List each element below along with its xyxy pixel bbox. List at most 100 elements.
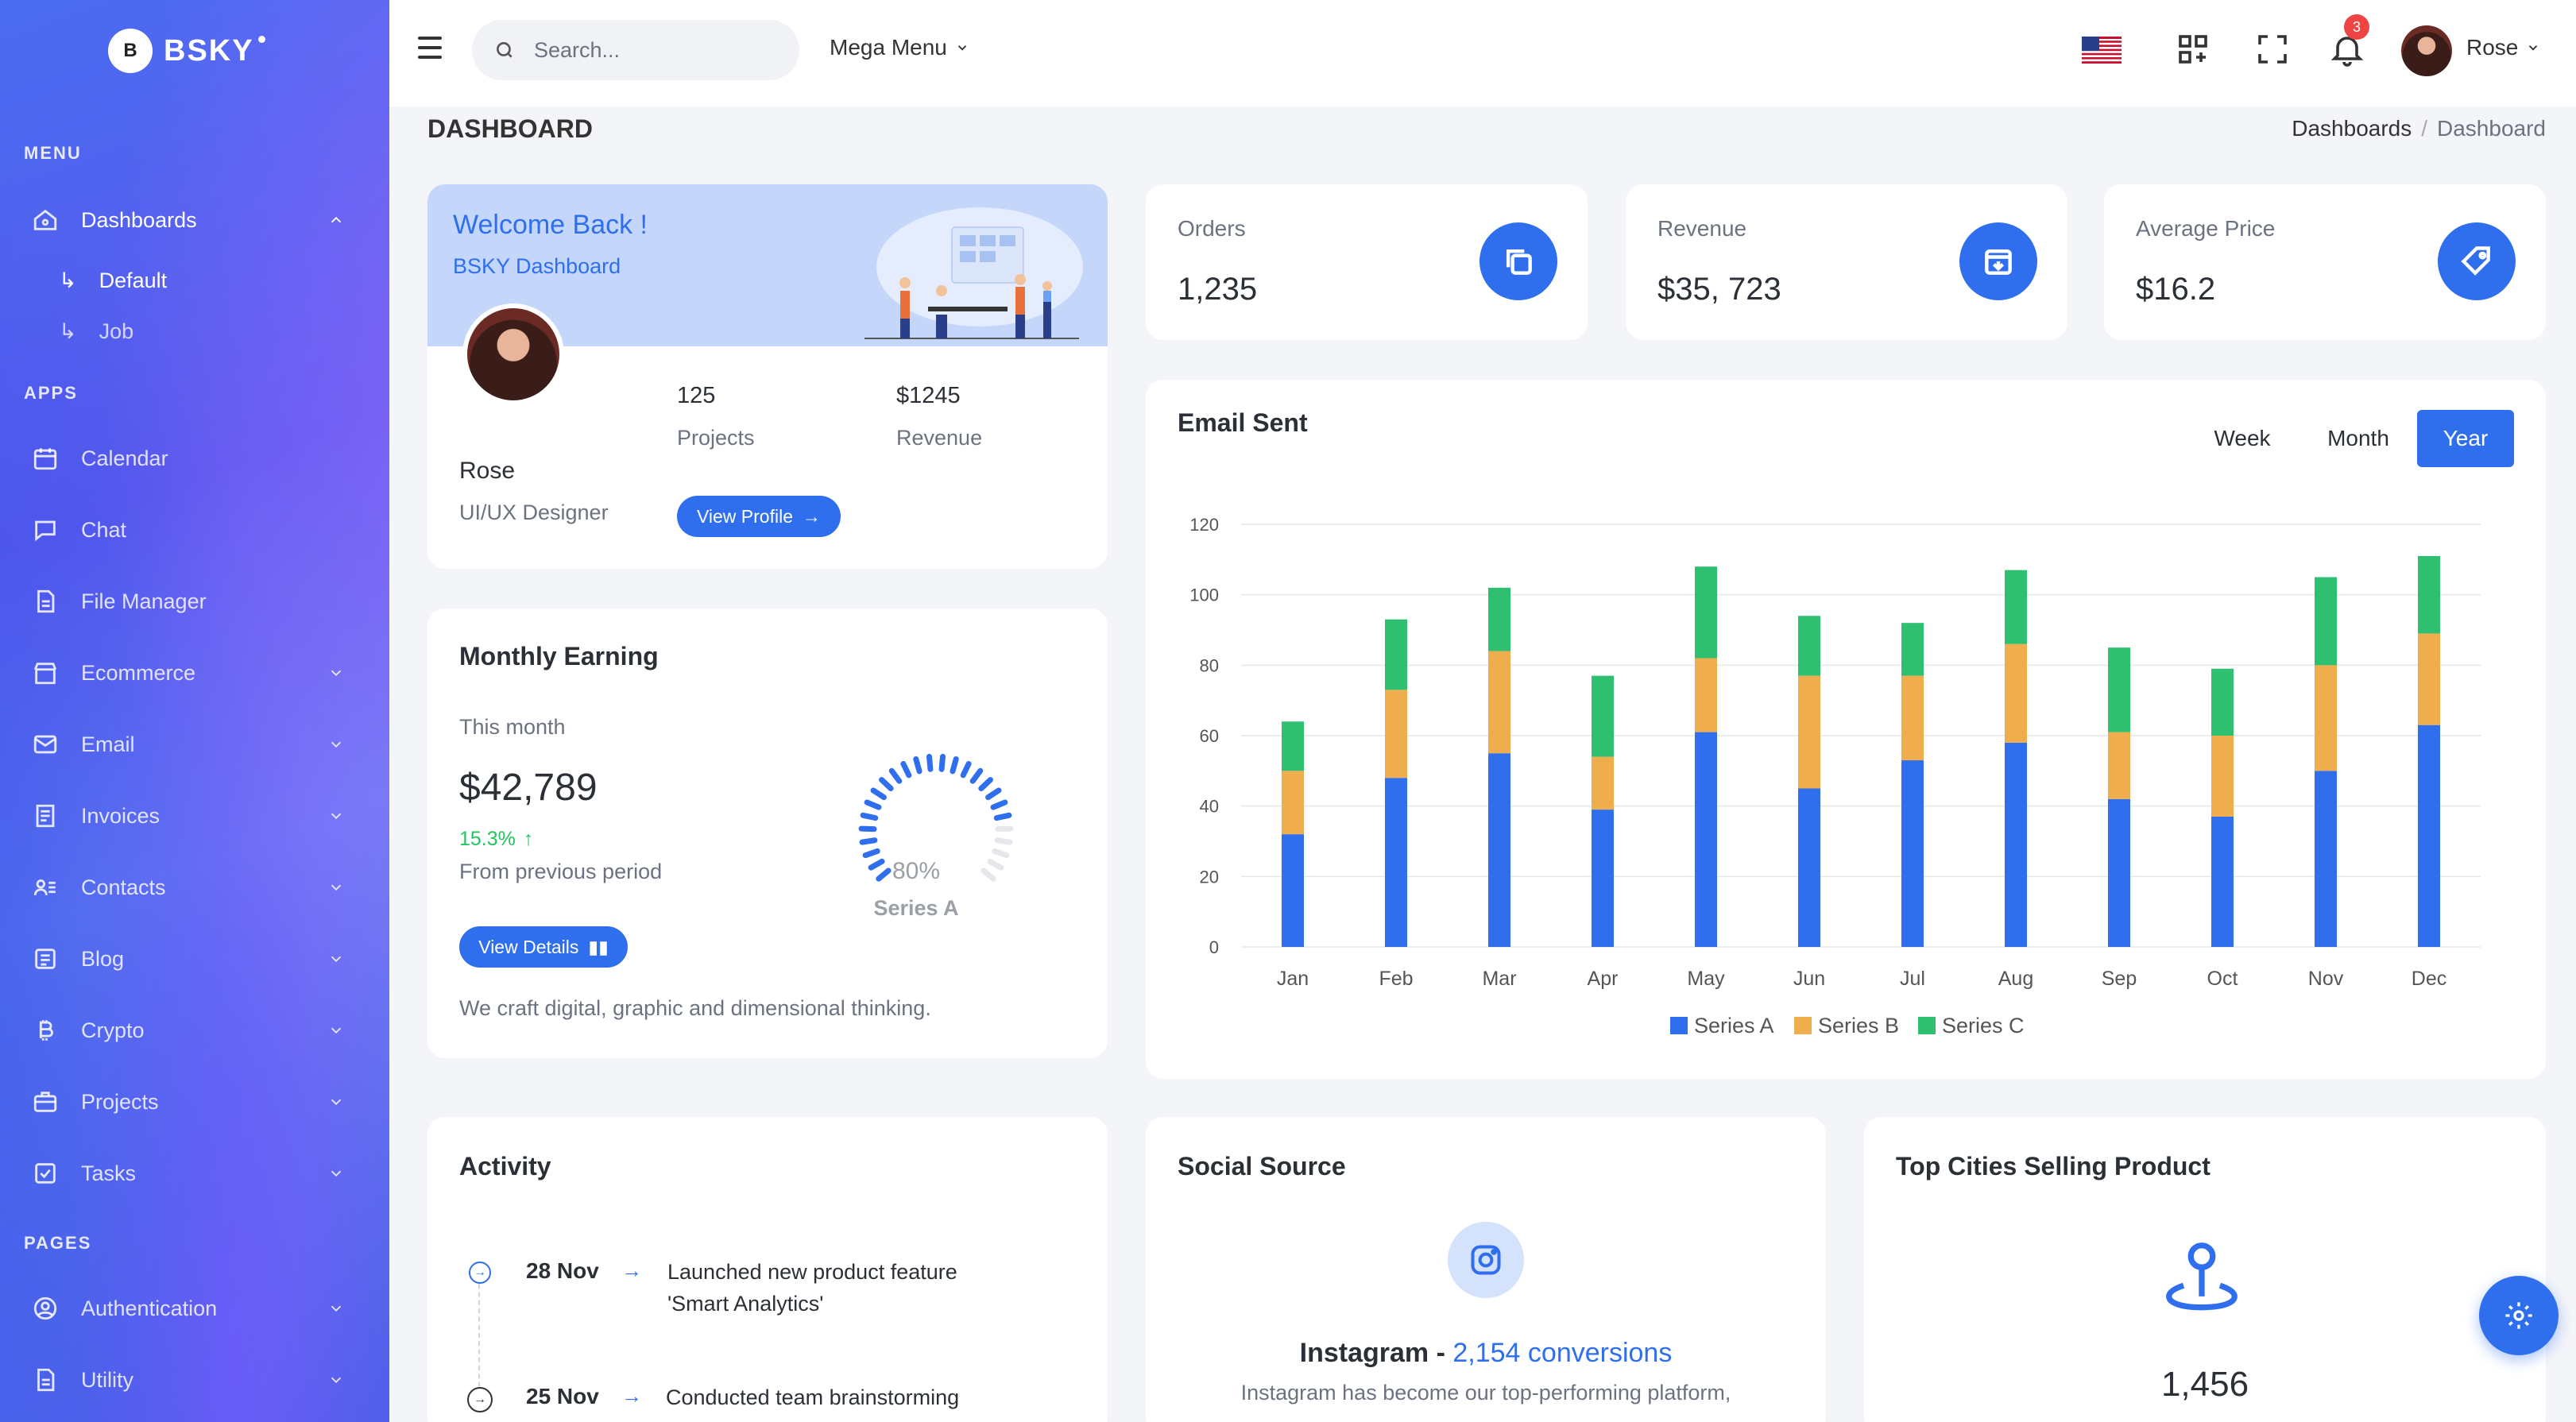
breadcrumb-current: Dashboard [2437, 116, 2546, 141]
sidebar-item-calendar[interactable]: Calendar [0, 434, 389, 483]
bar-series-a[interactable] [1901, 760, 1924, 947]
user-avatar[interactable] [2401, 25, 2452, 76]
x-tick-label: Jan [1277, 968, 1309, 990]
bar-series-c[interactable] [1592, 675, 1614, 757]
welcome-title: Welcome Back ! [453, 210, 648, 240]
revenue-label: Revenue [896, 426, 983, 450]
bar-series-b[interactable] [2418, 633, 2440, 725]
sidebar-item-dashboards[interactable]: Dashboards [0, 195, 389, 245]
sidebar-item-email[interactable]: Email [0, 720, 389, 769]
bar-series-a[interactable] [2418, 725, 2440, 947]
sidebar-item-chat[interactable]: Chat [0, 505, 389, 555]
us-flag-icon[interactable] [2082, 37, 2122, 64]
chevron-down-icon [2529, 45, 2538, 51]
subitem-arrow-icon: ↳ [59, 319, 77, 343]
bar-series-a[interactable] [1385, 778, 1407, 947]
bar-series-b[interactable] [1695, 658, 1717, 732]
bar-series-c[interactable] [2005, 570, 2027, 644]
bar-series-a[interactable] [1592, 810, 1614, 947]
sidebar-item-tasks[interactable]: Tasks [0, 1149, 389, 1198]
bar-series-b[interactable] [2108, 732, 2130, 799]
sidebar-item-blog[interactable]: Blog [0, 934, 389, 983]
home-icon [33, 209, 57, 230]
bar-series-c[interactable] [2418, 555, 2440, 634]
stat-label: Orders [1178, 216, 1246, 241]
bar-series-a[interactable] [2315, 771, 2337, 947]
stat-card-average-price: Average Price $16.2 [2104, 184, 2546, 340]
bar-series-b[interactable] [2315, 665, 2337, 771]
gauge-segment [864, 799, 882, 810]
view-details-button[interactable]: View Details ▮▮ [459, 926, 628, 968]
bar-series-b[interactable] [2005, 643, 2027, 743]
sidebar-item-invoices[interactable]: Invoices [0, 791, 389, 840]
bar-series-b[interactable] [1798, 675, 1820, 789]
sidebar-item-contacts[interactable]: Contacts [0, 863, 389, 912]
sidebar-item-label: Invoices [81, 803, 161, 828]
bar-series-b[interactable] [1901, 675, 1924, 761]
bar-series-b[interactable] [1385, 690, 1407, 779]
bar-series-c[interactable] [1901, 623, 1924, 676]
gauge-segment [879, 777, 894, 792]
bar-series-c[interactable] [1282, 721, 1304, 771]
bar-series-a[interactable] [2005, 742, 2027, 947]
tab-year[interactable]: Year [2417, 410, 2514, 467]
settings-gear-button[interactable] [2479, 1276, 2559, 1355]
user-menu[interactable]: Rose [2466, 35, 2540, 60]
sidebar-item-label: Blog [81, 946, 125, 971]
bar-series-b[interactable] [1488, 651, 1510, 754]
pages-section-title: PAGES [24, 1233, 92, 1253]
bar-series-c[interactable] [2211, 668, 2234, 736]
earning-radial-gauge [858, 753, 1014, 882]
sidebar-item-utility[interactable]: Utility [0, 1355, 389, 1405]
fullscreen-icon[interactable] [2253, 30, 2292, 68]
tab-week[interactable]: Week [2193, 410, 2292, 467]
gauge-segment [862, 848, 880, 859]
breadcrumb-parent[interactable]: Dashboards [2292, 116, 2412, 141]
sidebar-item-ecommerce[interactable]: Ecommerce [0, 648, 389, 697]
bar-series-c[interactable] [1488, 587, 1510, 651]
team-illustration [864, 207, 1083, 339]
sidebar-item-crypto[interactable]: Crypto [0, 1006, 389, 1055]
search-input[interactable]: Search... [534, 38, 620, 63]
sidebar-subitem-default[interactable]: ↳ Default [59, 269, 167, 293]
activity-text: Launched new product feature [667, 1260, 957, 1284]
sidebar-item-file-manager[interactable]: File Manager [0, 577, 389, 626]
gauge-segment [987, 858, 1004, 871]
bar-series-a[interactable] [1282, 834, 1304, 947]
bar-series-a[interactable] [2108, 798, 2130, 947]
legend-label[interactable]: Series A [1694, 1014, 1774, 1038]
sidebar-item-authentication[interactable]: Authentication [0, 1284, 389, 1333]
bar-series-a[interactable] [1798, 788, 1820, 948]
chevron-down-icon [331, 884, 342, 891]
bar-series-c[interactable] [1798, 616, 1820, 676]
gauge-segment [913, 755, 922, 775]
legend-label[interactable]: Series C [1942, 1014, 2025, 1038]
bar-series-c[interactable] [2315, 577, 2337, 666]
brand-logo[interactable]: B BSKY [108, 29, 265, 73]
tab-month[interactable]: Month [2304, 410, 2412, 467]
gauge-segment [870, 787, 887, 801]
gauge-segment [900, 760, 912, 779]
bar-series-c[interactable] [2108, 647, 2130, 732]
hamburger-menu-icon[interactable] [418, 37, 442, 59]
social-description: Instagram has become our top-performing … [1240, 1381, 1731, 1405]
bar-series-a[interactable] [2211, 816, 2234, 947]
social-source-card: Social Source Instagram - 2,154 conversi… [1146, 1117, 1826, 1422]
legend-label[interactable]: Series B [1818, 1014, 1899, 1038]
bar-series-b[interactable] [1592, 756, 1614, 810]
search-box[interactable]: Search... [472, 20, 799, 80]
bar-series-c[interactable] [1695, 566, 1717, 659]
bar-series-b[interactable] [1282, 771, 1304, 835]
bar-series-a[interactable] [1695, 732, 1717, 947]
apps-grid-icon[interactable] [2174, 30, 2212, 68]
bar-series-a[interactable] [1488, 753, 1510, 947]
view-profile-button[interactable]: View Profile → [677, 496, 841, 537]
sidebar-subitem-job[interactable]: ↳ Job [59, 319, 133, 344]
card-title: Top Cities Selling Product [1896, 1152, 2210, 1180]
x-tick-label: Jul [1900, 968, 1925, 990]
bar-series-c[interactable] [1385, 619, 1407, 690]
bar-series-b[interactable] [2211, 736, 2234, 817]
mega-menu-dropdown[interactable]: Mega Menu [830, 35, 969, 60]
gauge-segment [859, 837, 878, 845]
sidebar-item-projects[interactable]: Projects [0, 1077, 389, 1126]
